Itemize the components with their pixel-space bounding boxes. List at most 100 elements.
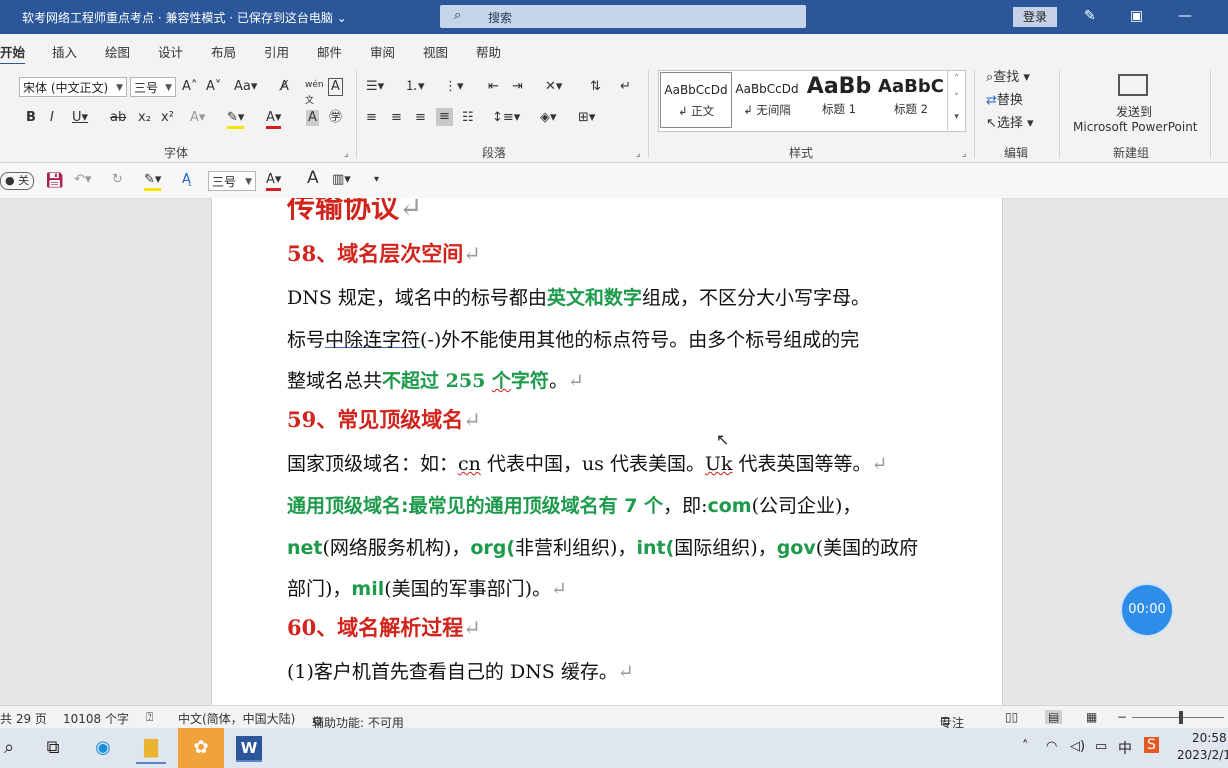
send-to-label[interactable]: 发送到 <box>1116 104 1152 120</box>
document-page[interactable]: 传输协议↵ 58、域名层次空间↵ DNS 规定，域名中的标号都由英文和数字组成，… <box>211 198 1003 705</box>
align-left-icon[interactable]: ≡ <box>366 110 377 126</box>
dialog-launcher-icon[interactable]: ⌟ <box>962 146 966 162</box>
find-button[interactable]: ⌕查找 ▾ <box>986 70 1030 86</box>
show-marks-icon[interactable]: ↵ <box>620 79 631 95</box>
strikethrough-icon[interactable]: ab <box>110 110 126 126</box>
font-name-combo[interactable]: 宋体 (中文正文) ▼ <box>19 77 127 97</box>
read-mode-icon[interactable]: ▯▯ <box>1005 710 1018 724</box>
battery-icon[interactable]: ▭ <box>1095 739 1107 754</box>
file-explorer-icon[interactable]: ▇ <box>136 734 166 764</box>
tab-home[interactable]: 开始 <box>0 42 26 65</box>
distribute-icon[interactable]: ☷ <box>462 110 474 126</box>
underline-icon[interactable]: U▾ <box>72 110 88 126</box>
minimize-icon[interactable]: — <box>1178 8 1192 24</box>
tab-view[interactable]: 视图 <box>423 42 448 61</box>
page-count[interactable]: 共 29 页 <box>0 710 47 727</box>
select-button[interactable]: ↖选择 ▾ <box>986 116 1034 132</box>
style-normal[interactable]: AaBbCcDd ↲ 正文 <box>660 72 732 128</box>
send-to-ppt-icon[interactable] <box>1118 74 1148 96</box>
tab-review[interactable]: 审阅 <box>370 42 395 61</box>
search-box[interactable]: ⌕ 搜索 <box>440 5 806 28</box>
replace-button[interactable]: ⇄替换 <box>986 93 1023 109</box>
dialog-launcher-icon[interactable]: ⌟ <box>344 146 348 162</box>
chinese-layout-icon[interactable]: ✕▾ <box>545 79 562 95</box>
ribbon-display-icon[interactable]: ▣ <box>1130 8 1143 24</box>
superscript-icon[interactable]: x² <box>161 110 174 126</box>
ime-indicator[interactable]: 中 <box>1118 738 1132 758</box>
ppt-label[interactable]: Microsoft PowerPoint <box>1073 119 1198 135</box>
word-icon[interactable]: W <box>236 736 262 762</box>
save-icon[interactable]: 💾︎ <box>45 172 64 188</box>
column-icon[interactable]: ▥▾ <box>332 172 351 188</box>
italic-icon[interactable]: I <box>50 110 54 126</box>
numbering-icon[interactable]: ⒈▾ <box>405 79 425 95</box>
style-heading-1[interactable]: AaBb 标题 1 <box>804 72 874 126</box>
clear-format-icon[interactable]: A̸ <box>280 79 289 95</box>
autosave-toggle[interactable]: ● 关 <box>0 172 35 190</box>
tab-insert[interactable]: 插入 <box>52 42 77 61</box>
bullets-icon[interactable]: ☰▾ <box>366 79 384 95</box>
format-painter-icon[interactable]: Ą <box>182 172 191 188</box>
font-icon[interactable]: A <box>307 170 319 187</box>
borders-icon[interactable]: ⊞▾ <box>578 110 595 126</box>
tab-references[interactable]: 引用 <box>264 42 289 61</box>
dialog-launcher-icon[interactable]: ⌟ <box>636 146 640 162</box>
wechat-icon[interactable]: ✿ <box>178 728 224 768</box>
zoom-slider[interactable] <box>1132 717 1224 718</box>
undo-icon[interactable]: ↶▾ <box>74 172 91 188</box>
show-hidden-icon[interactable]: ˄ <box>1022 739 1029 754</box>
zoom-slider-thumb[interactable] <box>1179 711 1183 724</box>
increase-indent-icon[interactable]: ⇥ <box>512 79 523 95</box>
volume-icon[interactable]: ◁) <box>1070 739 1085 754</box>
styles-scroll[interactable]: ˄ ˅ ▾ <box>947 70 965 130</box>
shrink-font-icon[interactable]: A˅ <box>206 79 221 95</box>
task-view-icon[interactable]: ⧉ <box>38 734 68 762</box>
grow-font-icon[interactable]: A˄ <box>182 79 197 95</box>
style-heading-2[interactable]: AaBbC 标题 2 <box>876 72 946 126</box>
align-center-icon[interactable]: ≡ <box>391 110 402 126</box>
tab-layout[interactable]: 布局 <box>211 42 236 61</box>
network-icon[interactable]: ◠ <box>1046 739 1057 754</box>
customize-qat-icon[interactable]: ▾ <box>374 172 379 188</box>
font-color-icon[interactable]: A▾ <box>266 110 282 129</box>
search-icon[interactable]: ⌕ <box>0 734 24 762</box>
clock-date[interactable]: 2023/2/1 <box>1177 748 1228 762</box>
multilevel-list-icon[interactable]: ⋮▾ <box>444 79 464 95</box>
clock-time[interactable]: 20:58 <box>1192 731 1227 745</box>
style-no-spacing[interactable]: AaBbCcDd ↲ 无间隔 <box>732 72 802 126</box>
redo-icon[interactable]: ↻ <box>112 172 123 188</box>
enclose-char-icon[interactable]: ㊫ <box>329 110 342 126</box>
login-button[interactable]: 登录 <box>1013 7 1057 27</box>
zoom-out-icon[interactable]: − <box>1117 710 1127 724</box>
tab-draw[interactable]: 绘图 <box>105 42 130 61</box>
tab-design[interactable]: 设计 <box>158 42 183 61</box>
font-color-icon[interactable]: A▾ <box>266 172 282 191</box>
recording-timer[interactable]: 00:00 <box>1122 585 1172 635</box>
print-layout-icon[interactable]: ▤ <box>1045 710 1063 724</box>
edge-icon[interactable]: ◉ <box>88 734 118 762</box>
text-effect-icon[interactable]: A▾ <box>190 110 205 126</box>
web-layout-icon[interactable]: ▦ <box>1086 710 1097 724</box>
highlight-icon[interactable]: ✎▾ <box>227 110 245 129</box>
line-spacing-icon[interactable]: ↕≡▾ <box>492 110 520 126</box>
language[interactable]: 中文(简体，中国大陆) <box>178 710 295 727</box>
char-border-icon[interactable]: A <box>328 78 343 96</box>
qat-font-size-combo[interactable]: 三号 ▼ <box>208 171 256 191</box>
subscript-icon[interactable]: x₂ <box>138 110 151 126</box>
sogou-ime-icon[interactable]: S <box>1144 737 1159 753</box>
font-size-combo[interactable]: 三号 ▼ <box>130 77 176 97</box>
proofing-icon[interactable]: ⍰ <box>146 710 153 725</box>
pen-icon[interactable]: ✎ <box>1084 8 1096 24</box>
justify-icon[interactable]: ≡ <box>436 108 453 126</box>
shading-icon[interactable]: ◈▾ <box>540 110 557 126</box>
change-case-icon[interactable]: Aa▾ <box>234 79 257 95</box>
decrease-indent-icon[interactable]: ⇤ <box>488 79 499 95</box>
bold-icon[interactable]: B <box>26 110 36 126</box>
tab-help[interactable]: 帮助 <box>476 42 501 61</box>
char-shading-icon[interactable]: A <box>306 110 319 126</box>
sort-icon[interactable]: ⇅ <box>590 79 601 95</box>
align-right-icon[interactable]: ≡ <box>415 110 426 126</box>
tab-mailings[interactable]: 邮件 <box>317 42 342 61</box>
word-count[interactable]: 10108 个字 <box>63 710 129 727</box>
phonetic-icon[interactable]: wén 文 <box>305 77 324 109</box>
